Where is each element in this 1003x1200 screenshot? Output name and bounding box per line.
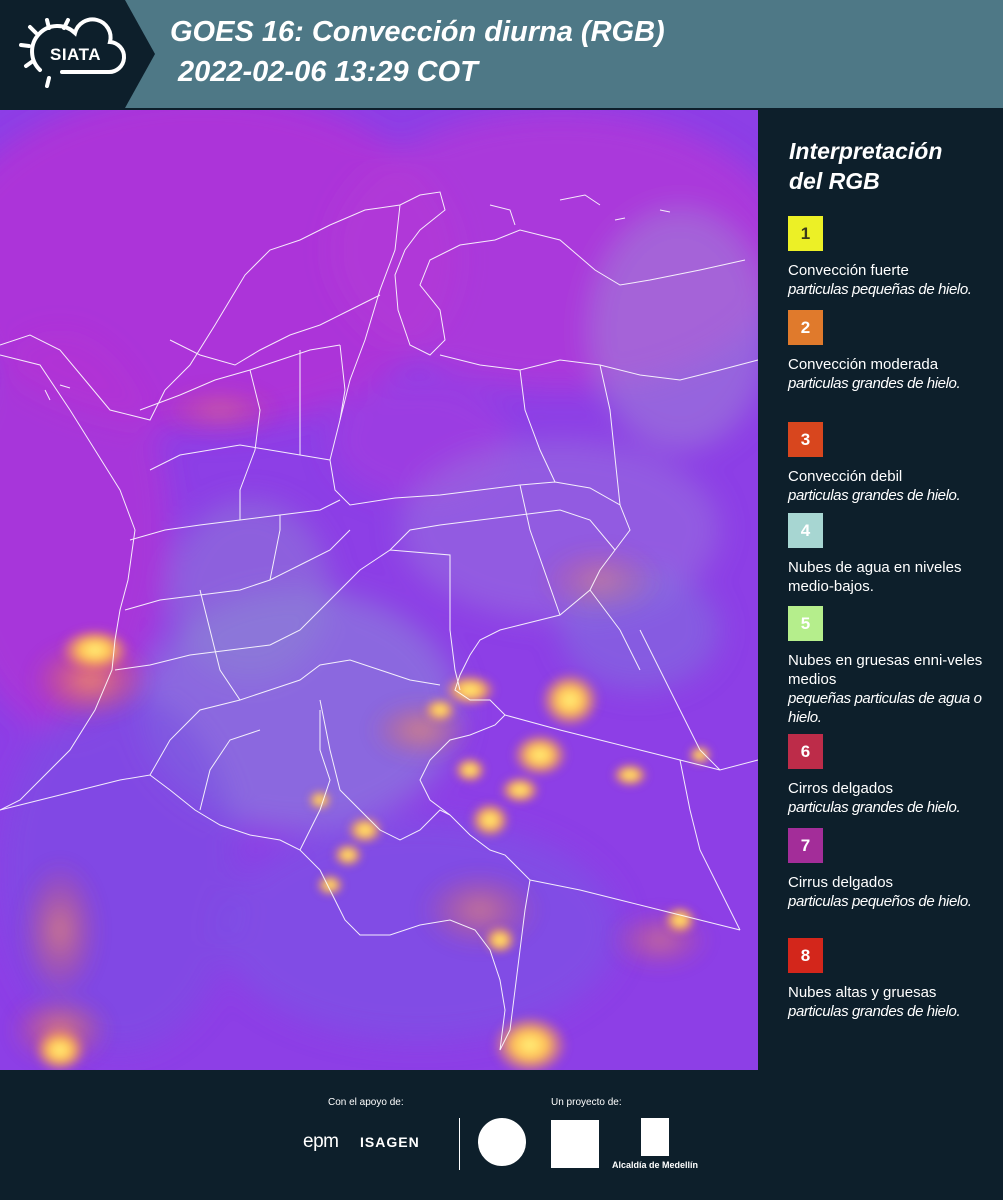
legend-swatch-3: 3 [788, 422, 823, 457]
legend-item-5: 5 Nubes en gruesas enni-veles medios peq… [788, 606, 998, 727]
legend-label: Nubes en gruesas enni-veles medios [788, 652, 983, 688]
legend-number: 8 [800, 945, 811, 965]
legend-sub: particulas grandes de hielo. [788, 487, 961, 504]
legend-item-8: 8 Nubes altas y gruesas particulas grand… [788, 938, 998, 1021]
legend-swatch-1: 1 [788, 216, 823, 251]
legend-sub: particulas pequeñas de hielo. [788, 281, 972, 298]
legend-swatch-4: 4 [788, 513, 823, 548]
legend-label: Nubes de agua en niveles medio-bajos. [788, 559, 962, 595]
legend-label: Convección moderada [788, 356, 939, 373]
epm-logo: epm [303, 1131, 339, 1152]
page-title: GOES 16: Convección diurna (RGB) [170, 16, 665, 48]
legend-item-4: 4 Nubes de agua en niveles medio-bajos. [788, 513, 998, 596]
footer-divider [459, 1118, 460, 1170]
project-label: Un proyecto de: [551, 1097, 622, 1108]
legend-label: Nubes altas y gruesas [788, 984, 937, 1001]
support-label: Con el apoyo de: [328, 1097, 404, 1108]
legend-sub: particulas pequeños de hielo. [788, 893, 972, 910]
legend-swatch-2: 2 [788, 310, 823, 345]
satellite-rgb-map [0, 110, 758, 1070]
alcaldia-logo-text: Alcaldía de Medellín [612, 1160, 699, 1170]
alcaldia-shield-icon [641, 1118, 669, 1156]
siata-logo: SIATA [0, 0, 155, 108]
legend-label: Cirrus delgados [788, 874, 894, 891]
medellin-seal-logo [478, 1118, 526, 1166]
legend-number: 5 [800, 613, 811, 633]
legend-swatch-5: 5 [788, 606, 823, 641]
legend-label: Convección debil [788, 468, 903, 485]
footer: Con el apoyo de: Un proyecto de: epm ISA… [0, 1070, 1003, 1200]
legend-title-line2: del RGB [789, 168, 880, 194]
legend-number: 7 [800, 835, 811, 855]
legend-label: Convección fuerte [788, 262, 909, 279]
legend-sub: pequeñas particulas de agua o hielo. [788, 690, 982, 726]
legend-sub: particulas grandes de hielo. [788, 375, 961, 392]
legend-number: 2 [800, 317, 811, 337]
siata-logo-text: SIATA [50, 45, 101, 64]
legend-item-7: 7 Cirrus delgados particulas pequeños de… [788, 828, 998, 911]
legend-title-line1: Interpretación [789, 138, 943, 164]
legend-number: 3 [800, 429, 811, 449]
header-bar: SIATA GOES 16: Convección diurna (RGB) 2… [0, 0, 1003, 108]
legend-item-6: 6 Cirros delgados particulas grandes de … [788, 734, 998, 817]
legend-sub: particulas grandes de hielo. [788, 799, 961, 816]
legend-number: 4 [800, 520, 811, 540]
legend-panel: Interpretación del RGB 1 Convección fuer… [760, 110, 1003, 1070]
legend-swatch-7: 7 [788, 828, 823, 863]
legend-swatch-8: 8 [788, 938, 823, 973]
legend-label: Cirros delgados [788, 780, 894, 797]
area-metropolitana-logo [551, 1120, 599, 1168]
legend-number: 1 [800, 223, 811, 243]
legend-item-3: 3 Convección debil particulas grandes de… [788, 422, 998, 505]
legend-title: Interpretación del RGB [789, 136, 942, 196]
page-timestamp: 2022-02-06 13:29 COT [178, 56, 478, 88]
legend-item-2: 2 Convección moderada particulas grandes… [788, 310, 998, 393]
legend-sub: particulas grandes de hielo. [788, 1003, 961, 1020]
isagen-logo: ISAGEN [360, 1134, 420, 1150]
legend-item-1: 1 Convección fuerte particulas pequeñas … [788, 216, 998, 299]
legend-number: 6 [800, 741, 811, 761]
legend-swatch-6: 6 [788, 734, 823, 769]
